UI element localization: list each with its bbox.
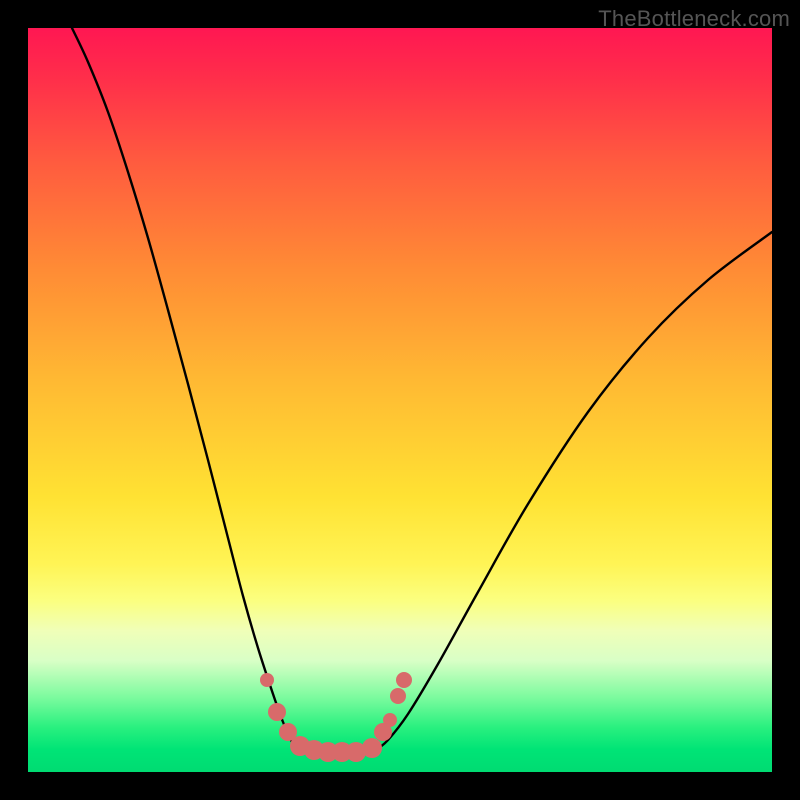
plot-area bbox=[28, 28, 772, 772]
valley-dot bbox=[260, 673, 274, 687]
valley-dots bbox=[260, 672, 412, 762]
curve-left bbox=[72, 28, 297, 750]
valley-dot bbox=[362, 738, 382, 758]
valley-dot bbox=[268, 703, 286, 721]
curve-group bbox=[72, 28, 772, 750]
watermark-text: TheBottleneck.com bbox=[598, 6, 790, 32]
valley-dot bbox=[396, 672, 412, 688]
valley-dot bbox=[383, 713, 397, 727]
valley-dot bbox=[390, 688, 406, 704]
chart-frame: TheBottleneck.com bbox=[0, 0, 800, 800]
chart-svg bbox=[28, 28, 772, 772]
curve-right bbox=[376, 232, 772, 750]
